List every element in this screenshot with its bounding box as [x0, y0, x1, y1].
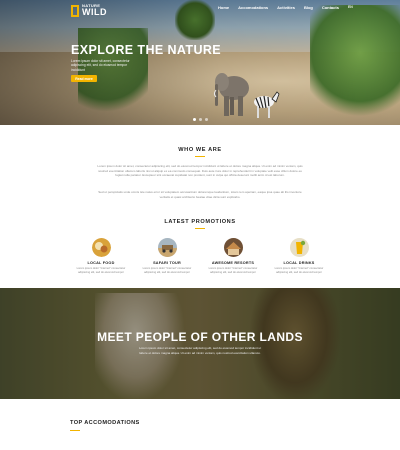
- promo-title: AWESOME RESORTS: [211, 261, 255, 265]
- zebra-image: [254, 91, 280, 118]
- slider-dots: [0, 118, 400, 121]
- promo-desc: Lorem ipsum dolor "Internet" consectetur…: [76, 267, 126, 274]
- promo-desc: Lorem ipsum dolor "Internet" consectetur…: [274, 267, 324, 274]
- hero-overlay: [0, 0, 400, 125]
- local-drinks-image[interactable]: [289, 238, 309, 257]
- slider-dot-2[interactable]: [198, 118, 202, 121]
- top-accomodations-title: TOP ACCOMODATIONS: [70, 420, 140, 426]
- promo-local-food[interactable]: LOCAL FOOD Lorem ipsum dolor "Internet" …: [70, 238, 132, 275]
- people-banner-title: MEET PEOPLE OF OTHER LANDS: [97, 330, 303, 344]
- promo-desc: Lorem ipsum dolor "Internet" consectetur…: [142, 267, 192, 274]
- hero-slider: NATURE WILD Home Accomodations Activitie…: [0, 0, 400, 125]
- logo-line2: WILD: [82, 7, 107, 17]
- who-we-are-title: WHO WE ARE: [178, 147, 222, 153]
- promo-safari-tour[interactable]: SAFARI TOUR Lorem ipsum dolor "Internet"…: [136, 238, 198, 275]
- promotions-title-underline: [195, 228, 205, 229]
- safari-tour-image[interactable]: [157, 238, 177, 257]
- accomodations-title-underline: [70, 430, 80, 431]
- site-logo[interactable]: NATURE WILD: [71, 4, 107, 17]
- nav-blog[interactable]: Blog: [304, 5, 313, 10]
- promo-local-drinks[interactable]: LOCAL DRINKS Lorem ipsum dolor "Internet…: [268, 238, 330, 275]
- latest-promotions-title: LATEST PROMOTIONS: [164, 219, 236, 225]
- awesome-resorts-image[interactable]: [223, 238, 243, 257]
- promotions-list: LOCAL FOOD Lorem ipsum dolor "Internet" …: [70, 238, 330, 275]
- language-selector[interactable]: EN: [348, 5, 353, 10]
- nav-accomodations[interactable]: Accomodations: [238, 5, 268, 10]
- who-we-are-paragraph-2: Sed ut perspiciatis unde omnis iste natu…: [98, 190, 302, 199]
- promo-title: SAFARI TOUR: [153, 261, 181, 265]
- who-we-are-paragraph-1: Lorem ipsum dolor sit amet, consectetur …: [97, 164, 303, 178]
- slider-dot-1[interactable]: [192, 118, 196, 121]
- local-food-image[interactable]: [91, 238, 111, 257]
- logo-frame-icon: [71, 4, 79, 17]
- who-title-underline: [195, 156, 205, 157]
- hero-title: EXPLORE THE NATURE: [71, 43, 222, 57]
- promo-desc: Lorem ipsum dolor "Internet" consectetur…: [208, 267, 258, 274]
- promo-awesome-resorts[interactable]: AWESOME RESORTS Lorem ipsum dolor "Inter…: [202, 238, 264, 275]
- hero-subtitle: Lorem ipsum dolor sit amet, consectetur …: [71, 59, 130, 72]
- slider-dot-3[interactable]: [204, 118, 208, 121]
- people-banner: MEET PEOPLE OF OTHER LANDS Lorem ipsum d…: [0, 288, 400, 399]
- people-banner-subtitle: Lorem ipsum dolor sit amet, consectetur …: [138, 346, 262, 355]
- nav-home[interactable]: Home: [218, 5, 229, 10]
- nav-activities[interactable]: Activities: [277, 5, 295, 10]
- nav-contacts[interactable]: Contacts: [322, 5, 339, 10]
- main-nav: Home Accomodations Activities Blog Conta…: [218, 5, 353, 10]
- promo-title: LOCAL FOOD: [87, 261, 115, 265]
- promo-title: LOCAL DRINKS: [283, 261, 315, 265]
- hero-read-more-button[interactable]: Read more: [71, 75, 97, 82]
